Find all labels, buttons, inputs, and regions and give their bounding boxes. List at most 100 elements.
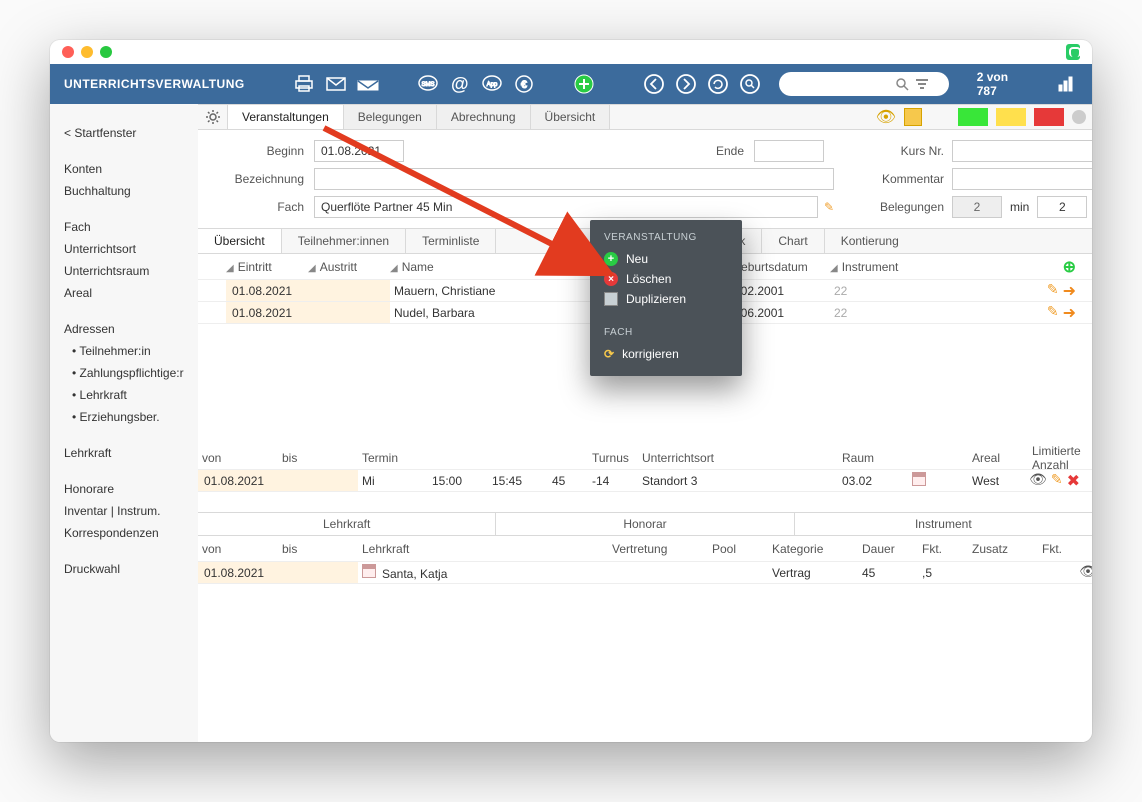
- col-vertretung[interactable]: Vertretung: [608, 542, 708, 556]
- cell-von[interactable]: 01.08.2021: [198, 470, 278, 491]
- col-turnus[interactable]: Turnus: [588, 451, 638, 465]
- euro-icon[interactable]: €: [513, 73, 535, 95]
- sidebar-item-korrespondenzen[interactable]: Korrespondenzen: [60, 524, 188, 542]
- edit-icon[interactable]: ✎: [1047, 303, 1059, 323]
- col-instrument[interactable]: Instrument: [842, 260, 899, 274]
- ende-field[interactable]: [754, 140, 824, 162]
- search-input[interactable]: [789, 76, 889, 92]
- delete-icon[interactable]: ✖: [1067, 471, 1080, 491]
- minimize-window-button[interactable]: [81, 46, 93, 58]
- col-bis[interactable]: bis: [278, 451, 358, 465]
- sidebar-item-areal[interactable]: Areal: [60, 284, 188, 302]
- stats-icon[interactable]: [1057, 73, 1078, 95]
- cell-turnus[interactable]: -14: [588, 474, 638, 488]
- cell-areal[interactable]: West: [968, 474, 1028, 488]
- table-row[interactable]: 01.08.2021 Santa, Katja Vertrag 45 ,5 👁 …: [198, 562, 1092, 584]
- fach-edit-icon[interactable]: ✎: [824, 200, 834, 214]
- calendar-icon[interactable]: [362, 564, 376, 578]
- sidebar-item-druckwahl[interactable]: Druckwahl: [60, 560, 188, 578]
- col-ort[interactable]: Unterrichtsort: [638, 451, 838, 465]
- sort-icon[interactable]: ◢: [308, 263, 316, 274]
- tab-lehrkraft[interactable]: Lehrkraft: [198, 513, 496, 535]
- calendar-icon[interactable]: [912, 472, 926, 486]
- tab-uebersicht[interactable]: Übersicht: [531, 105, 611, 129]
- cell-eintritt[interactable]: 01.08.2021: [226, 280, 308, 301]
- zoom-icon[interactable]: [739, 73, 761, 95]
- col-lehrkraft[interactable]: Lehrkraft: [358, 542, 608, 556]
- col-name[interactable]: Name: [402, 260, 434, 274]
- context-neu[interactable]: +Neu: [604, 249, 728, 269]
- col-von[interactable]: von: [198, 542, 278, 556]
- note-icon[interactable]: [904, 108, 922, 126]
- mail-inbox-icon[interactable]: [357, 73, 379, 95]
- col-eintritt[interactable]: Eintritt: [238, 260, 272, 274]
- gear-icon[interactable]: [198, 105, 228, 129]
- sidebar-back[interactable]: < Startfenster: [60, 124, 188, 142]
- at-icon[interactable]: @: [449, 73, 471, 95]
- context-duplizieren[interactable]: Duplizieren: [604, 289, 728, 309]
- col-termin[interactable]: Termin: [358, 451, 428, 465]
- sidebar-item-lehrkraft[interactable]: Lehrkraft: [60, 444, 188, 462]
- status-yellow[interactable]: [996, 108, 1026, 126]
- col-geburtsdatum[interactable]: Geburtsdatum: [732, 260, 808, 274]
- col-bis[interactable]: bis: [278, 542, 358, 556]
- cell-t1[interactable]: 15:00: [428, 474, 488, 488]
- tab-belegungen[interactable]: Belegungen: [344, 105, 437, 129]
- preview-icon[interactable]: 👁: [876, 107, 896, 127]
- sort-icon[interactable]: ◢: [830, 263, 838, 274]
- sidebar-item-konten[interactable]: Konten: [60, 160, 188, 178]
- cell-name[interactable]: Mauern, Christiane: [390, 284, 620, 298]
- sms-icon[interactable]: SMS: [417, 73, 439, 95]
- cell-dur[interactable]: 45: [548, 474, 588, 488]
- tab-veranstaltungen[interactable]: Veranstaltungen: [228, 105, 344, 129]
- status-gray-dot[interactable]: [1072, 110, 1086, 124]
- cell-bis[interactable]: [278, 562, 358, 583]
- col-dauer[interactable]: Dauer: [858, 542, 918, 556]
- fach-field[interactable]: Querflöte Partner 45 Min: [314, 196, 818, 218]
- col-areal[interactable]: Areal: [968, 451, 1028, 465]
- sidebar-item-lehrkraft-sub[interactable]: • Lehrkraft: [60, 386, 188, 404]
- col-pool[interactable]: Pool: [708, 542, 768, 556]
- col-von[interactable]: von: [198, 451, 278, 465]
- sidebar-item-honorare[interactable]: Honorare: [60, 480, 188, 498]
- cell-name[interactable]: Nudel, Barbara: [390, 306, 620, 320]
- cell-von[interactable]: 01.08.2021: [198, 562, 278, 583]
- beginn-field[interactable]: 01.08.2021: [314, 140, 404, 162]
- goto-icon[interactable]: ➜: [1063, 303, 1076, 323]
- cell-fkt[interactable]: ,5: [918, 566, 968, 580]
- edit-icon[interactable]: ✎: [1051, 471, 1063, 491]
- col-zusatz[interactable]: Zusatz: [968, 542, 1038, 556]
- nav-back-icon[interactable]: [643, 73, 665, 95]
- cell-name[interactable]: Santa, Katja: [382, 567, 447, 581]
- sidebar-item-unterrichtsort[interactable]: Unterrichtsort: [60, 240, 188, 258]
- app-bubble-icon[interactable]: App: [481, 73, 503, 95]
- kommentar-field[interactable]: [952, 168, 1092, 190]
- search-filter-icon[interactable]: [915, 77, 929, 91]
- cell-ort[interactable]: Standort 3: [638, 474, 838, 488]
- subtab-teilnehmer[interactable]: Teilnehmer:innen: [282, 229, 406, 253]
- sidebar-item-zahlungspflichtiger[interactable]: • Zahlungspflichtige:r: [60, 364, 188, 382]
- sidebar-item-buchhaltung[interactable]: Buchhaltung: [60, 182, 188, 200]
- context-korrigieren[interactable]: ⟳korrigieren: [604, 344, 728, 364]
- sidebar-item-fach[interactable]: Fach: [60, 218, 188, 236]
- nav-forward-icon[interactable]: [675, 73, 697, 95]
- tab-instrument[interactable]: Instrument: [795, 513, 1092, 535]
- cell-austritt[interactable]: [308, 280, 390, 301]
- edit-icon[interactable]: ✎: [1047, 281, 1059, 301]
- subtab-uebersicht[interactable]: Übersicht: [198, 229, 282, 253]
- subtab-chart[interactable]: Chart: [762, 229, 824, 253]
- bezeichnung-field[interactable]: [314, 168, 834, 190]
- subtab-kontierung[interactable]: Kontierung: [825, 229, 915, 253]
- view-icon[interactable]: 👁: [1079, 563, 1092, 583]
- min-field[interactable]: 2: [1037, 196, 1087, 218]
- add-participant-icon[interactable]: ⊕: [1063, 257, 1076, 277]
- goto-icon[interactable]: ➜: [1063, 281, 1076, 301]
- sidebar-item-unterrichtsraum[interactable]: Unterrichtsraum: [60, 262, 188, 280]
- col-kat[interactable]: Kategorie: [768, 542, 858, 556]
- cell-raum[interactable]: 03.02: [838, 474, 908, 488]
- subtab-terminliste[interactable]: Terminliste: [406, 229, 496, 253]
- print-icon[interactable]: [293, 73, 315, 95]
- maximize-window-button[interactable]: [100, 46, 112, 58]
- sort-icon[interactable]: ◢: [226, 263, 234, 274]
- search-field[interactable]: [779, 72, 949, 96]
